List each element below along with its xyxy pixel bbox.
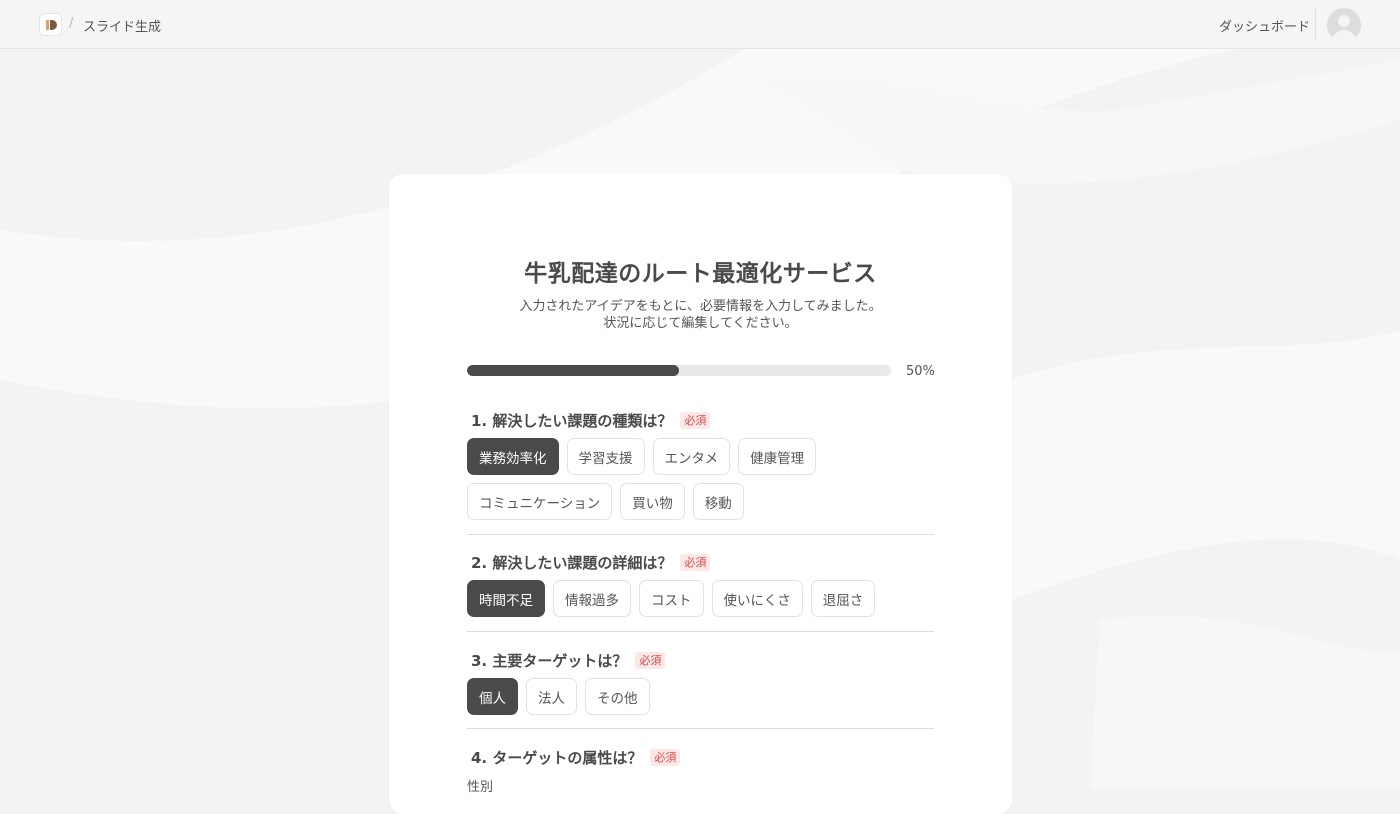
dashboard-link[interactable]: ダッシュボード [1219, 16, 1310, 35]
option-chip[interactable]: エンタメ [652, 438, 731, 475]
avatar-head [1338, 15, 1350, 27]
question-3: 3. 主要ターゲットは？ 必須 個人 法人 その他 [467, 650, 934, 715]
progress-bar [467, 365, 891, 376]
avatar-body [1332, 30, 1356, 42]
question-3-title: 3. 主要ターゲットは？ 必須 [467, 650, 934, 670]
option-chip[interactable]: 退屈さ [810, 580, 876, 617]
question-4-label: 4. ターゲットの属性は？ [471, 748, 643, 767]
question-1: 1. 解決したい課題の種類は？ 必須 業務効率化 学習支援 エンタメ 健康管理コミュニ… [467, 410, 934, 520]
gender-label: 性別 [467, 780, 494, 795]
question-3-options: 個人 法人 その他 [467, 678, 934, 715]
page-title: 牛乳配達のルート最適化サービス [524, 261, 877, 287]
question-4: 4. ターゲットの属性は？ 必須 [467, 747, 934, 767]
option-chip[interactable]: 情報過多 [553, 580, 631, 617]
option-chip[interactable]: コミュニケーション [467, 483, 613, 520]
question-2-label: 2. 解決したい課題の詳細は？ [471, 553, 673, 572]
question-2-options: 時間不足 情報過多 コスト 使いにくさ 退屈さ [467, 580, 934, 617]
option-chip[interactable]: コスト [639, 580, 704, 617]
question-1-options: 業務効率化 学習支援 エンタメ 健康管理コミュニケーション 買い物 移動 [467, 438, 934, 520]
question-1-label: 1. 解決したい課題の種類は？ [471, 411, 673, 430]
page-subtitle: 入力されたアイデアをもとに、必要情報を入力してみました。 状況に応じて編集してく… [389, 298, 1012, 332]
question-2-title: 2. 解決したい課題の詳細は？ 必須 [467, 552, 934, 572]
option-chip[interactable]: 移動 [692, 483, 744, 520]
question-2: 2. 解決したい課題の詳細は？ 必須 時間不足 情報過多 コスト 使いにくさ 退屈さ [467, 552, 934, 617]
option-chip[interactable]: その他 [585, 678, 650, 715]
progress-percent: 50% [906, 364, 935, 379]
subtitle-line-1: 入力されたアイデアをもとに、必要情報を入力してみました。 [519, 299, 882, 314]
breadcrumb-separator: / [69, 16, 74, 31]
option-chip[interactable]: 法人 [526, 678, 577, 715]
breadcrumb-current: スライド生成 [83, 20, 162, 35]
logo-mark [46, 20, 49, 30]
section-divider [467, 728, 934, 729]
logo-mark-half [50, 20, 57, 30]
option-chip[interactable]: 個人 [467, 678, 518, 715]
option-chip[interactable]: 買い物 [620, 483, 685, 520]
question-3-label: 3. 主要ターゲットは？ [471, 651, 628, 670]
option-chip[interactable]: 学習支援 [566, 438, 645, 475]
option-chip[interactable]: 業務効率化 [467, 438, 559, 475]
header-divider [1315, 8, 1316, 41]
required-badge: 必須 [680, 411, 711, 429]
idea-form-card: 牛乳配達のルート最適化サービス 入力されたアイデアをもとに、必要情報を入力してみ… [389, 174, 1012, 814]
user-avatar-icon[interactable] [1327, 8, 1361, 42]
option-chip[interactable]: 健康管理 [738, 438, 817, 475]
question-1-title: 1. 解決したい課題の種類は？ 必須 [467, 410, 934, 430]
subtitle-line-2: 状況に応じて編集してください。 [603, 316, 798, 331]
option-chip[interactable]: 時間不足 [467, 580, 545, 617]
required-badge: 必須 [650, 748, 681, 766]
progress-bar-fill [467, 365, 679, 376]
top-bar: / スライド生成 ダッシュボード [0, 0, 1400, 49]
question-4-title: 4. ターゲットの属性は？ 必須 [467, 747, 934, 767]
required-badge: 必須 [680, 553, 711, 571]
required-badge: 必須 [635, 651, 666, 669]
section-divider [467, 534, 934, 535]
app-logo[interactable] [39, 13, 62, 36]
option-chip[interactable]: 使いにくさ [711, 580, 803, 617]
section-divider [467, 631, 934, 632]
